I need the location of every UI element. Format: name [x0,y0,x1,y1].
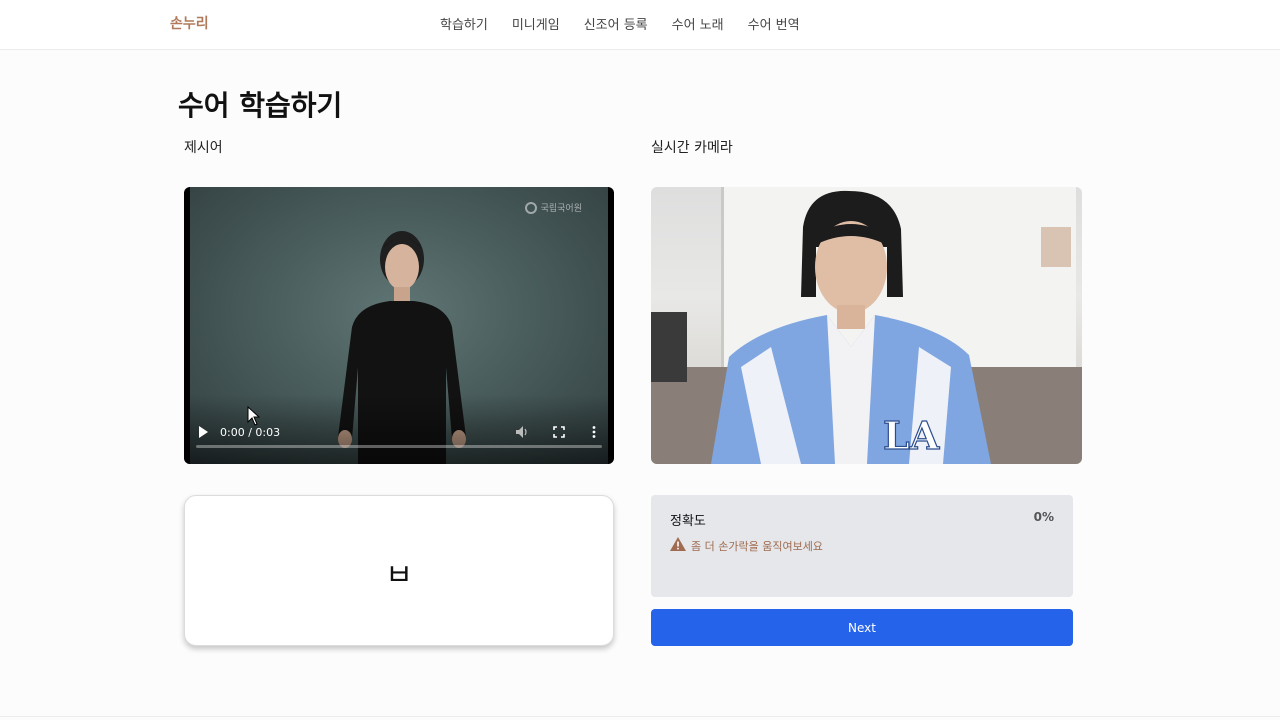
top-navigation: 손누리 학습하기 미니게임 신조어 등록 수어 노래 수어 번역 [0,0,1280,50]
accuracy-label: 정확도 [670,514,706,529]
warning-text: 좀 더 손가락을 움직여보세요 [691,539,823,553]
accuracy-warning: 좀 더 손가락을 움직여보세요 [670,536,823,555]
accuracy-panel: 정확도 0% 좀 더 손가락을 움직여보세요 [651,495,1073,597]
page-title: 수어 학습하기 [178,89,343,122]
warning-icon [670,536,686,555]
nav-link-learn[interactable]: 학습하기 [440,14,488,33]
page-bottom-divider [0,716,1280,717]
live-camera-feed: LA [651,187,1082,464]
sign-video-player[interactable]: 국립국어원 0:00 / 0:03 [184,187,614,464]
svg-text:LA: LA [883,413,940,458]
prompt-label: 제시어 [184,140,223,156]
next-button[interactable]: Next [651,609,1073,646]
camera-label: 실시간 카메라 [651,140,733,156]
cursor-icon [247,405,261,430]
nav-link-minigame[interactable]: 미니게임 [512,14,560,33]
volume-icon[interactable] [515,425,529,442]
video-watermark: 국립국어원 [524,201,582,214]
nav-link-new-word[interactable]: 신조어 등록 [584,14,648,33]
nav-link-sign-song[interactable]: 수어 노래 [672,14,724,33]
nav-link-translate[interactable]: 수어 번역 [748,14,800,33]
sign-prompt-card: ㅂ [184,495,614,646]
sign-character: ㅂ [385,558,413,593]
watermark-text: 국립국어원 [540,204,582,214]
play-icon[interactable] [198,426,208,441]
nav-links: 학습하기 미니게임 신조어 등록 수어 노래 수어 번역 [440,14,800,33]
brand-logo[interactable]: 손누리 [170,13,209,33]
more-vertical-icon[interactable] [592,426,596,441]
fullscreen-icon[interactable] [553,426,565,441]
institute-logo-icon [524,201,537,214]
accuracy-value: 0% [1033,510,1054,524]
video-progress-bar[interactable] [196,445,602,448]
camera-person: LA [651,190,1071,464]
